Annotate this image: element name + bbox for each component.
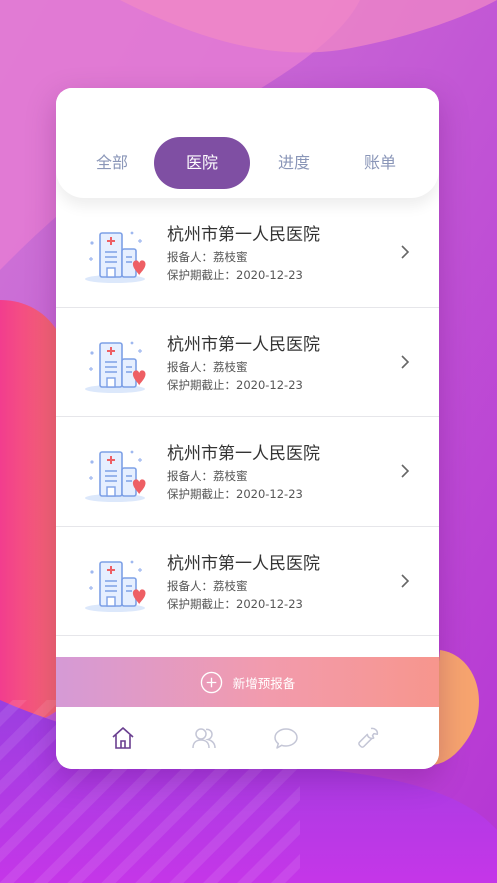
hospital-name: 杭州市第一人民医院 bbox=[167, 553, 320, 574]
reporter-text: 报备人：荔枝蜜 bbox=[167, 250, 248, 264]
expiry-text: 保护期截止：2020-12-23 bbox=[167, 487, 303, 501]
hospital-icon bbox=[85, 341, 146, 393]
list-item[interactable]: 杭州市第一人民医院 报备人：荔枝蜜 保护期截止：2020-12-23 bbox=[56, 198, 439, 308]
expiry-text: 保护期截止：2020-12-23 bbox=[167, 596, 303, 611]
hospital-name: 杭州市第一人民医院 bbox=[167, 444, 320, 464]
tab-hospital[interactable]: 医院 bbox=[154, 137, 250, 189]
hospital-name: 杭州市第一人民医院 bbox=[167, 334, 320, 355]
expiry-text: 保护期截止：2020-12-23 bbox=[167, 268, 303, 282]
list-item[interactable]: 杭州市第一人民医院 报备人：荔枝蜜 保护期截止：2020-12-23 bbox=[56, 307, 439, 417]
plus-circle-icon bbox=[200, 671, 222, 693]
reporter-text: 报备人：荔枝蜜 bbox=[167, 469, 248, 483]
tab-progress[interactable]: 进度 bbox=[264, 137, 324, 189]
add-report-label: 新增预报备 bbox=[232, 675, 296, 691]
users-icon[interactable] bbox=[191, 725, 217, 751]
bottom-nav bbox=[56, 707, 439, 769]
main-card: 全部 医院 进度 账单 杭州市第一人民医院 报备人：荔枝蜜 保护期截止：2020… bbox=[56, 88, 439, 769]
hospital-icon bbox=[85, 450, 146, 502]
list-item[interactable]: 杭州市第一人民医院 报备人：荔枝蜜 保护期截止：2020-12-23 bbox=[56, 526, 439, 636]
tab-bill[interactable]: 账单 bbox=[350, 137, 410, 189]
hospital-name: 杭州市第一人民医院 bbox=[167, 225, 320, 245]
hospital-icon bbox=[85, 560, 146, 612]
wrench-icon[interactable] bbox=[355, 725, 381, 751]
home-icon[interactable] bbox=[110, 725, 136, 751]
hospital-icon bbox=[85, 231, 146, 283]
add-report-button[interactable]: 新增预报备 bbox=[56, 657, 439, 707]
chevron-right-icon bbox=[401, 245, 410, 259]
list-item[interactable]: 杭州市第一人民医院 报备人：荔枝蜜 保护期截止：2020-12-23 bbox=[56, 417, 439, 527]
chat-icon[interactable] bbox=[273, 725, 299, 751]
chevron-right-icon bbox=[401, 354, 410, 369]
chevron-right-icon bbox=[401, 573, 410, 588]
chevron-right-icon bbox=[401, 464, 410, 478]
reporter-text: 报备人：荔枝蜜 bbox=[167, 359, 248, 374]
tab-all[interactable]: 全部 bbox=[82, 137, 142, 189]
reporter-text: 报备人：荔枝蜜 bbox=[167, 578, 248, 593]
hospital-list: 杭州市第一人民医院 报备人：荔枝蜜 保护期截止：2020-12-23 杭州市第一… bbox=[56, 198, 439, 636]
expiry-text: 保护期截止：2020-12-23 bbox=[167, 377, 303, 392]
tab-bar: 全部 医院 进度 账单 bbox=[56, 88, 439, 198]
